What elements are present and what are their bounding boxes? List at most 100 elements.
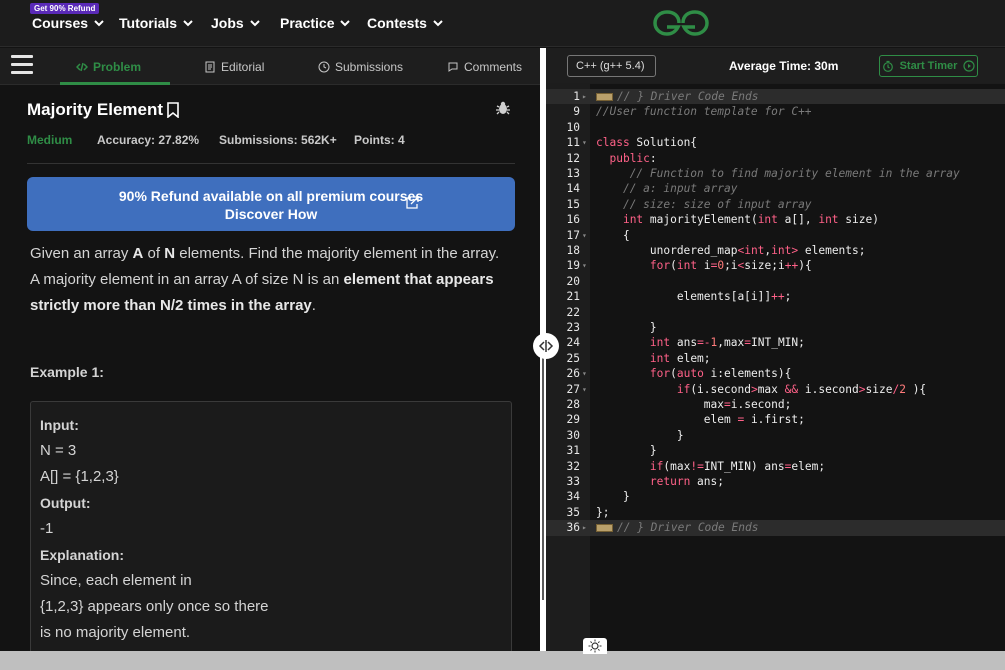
problem-description: Given an array A of N elements. Find the… xyxy=(30,245,500,314)
code-text: elements[a[i]]++; xyxy=(596,290,792,304)
code-line[interactable]: 25 int elem; xyxy=(546,351,1005,366)
gfg-logo-icon[interactable] xyxy=(653,10,709,36)
code-line[interactable]: 29 elem = i.first; xyxy=(546,412,1005,427)
code-line[interactable]: 20 xyxy=(546,274,1005,289)
code-text: elem = i.first; xyxy=(596,413,805,427)
line-number: 31 xyxy=(566,444,580,458)
code-text: if(max!=INT_MIN) ans=elem; xyxy=(649,459,826,473)
line-number: 15 xyxy=(566,197,580,211)
menu-icon[interactable] xyxy=(11,55,33,75)
code-line[interactable]: 26 ▾ for(auto i:elements){ xyxy=(546,366,1005,381)
language-select[interactable]: C++ (g++ 5.4) xyxy=(567,55,656,77)
code-text: } xyxy=(596,490,630,504)
code-line[interactable]: 9 //User function template for C++ xyxy=(546,104,1005,119)
line-number: 26 xyxy=(566,367,580,381)
refund-banner[interactable]: 90% Refund available on all premium cour… xyxy=(27,177,515,231)
start-timer-button[interactable]: Start Timer xyxy=(879,55,978,77)
tab-comments[interactable]: Comments xyxy=(447,60,522,74)
code-text: } xyxy=(596,444,657,458)
line-number: 35 xyxy=(566,505,580,519)
fold-toggle-icon[interactable]: ▾ xyxy=(582,258,587,273)
code-line[interactable]: 31 } xyxy=(546,443,1005,458)
output-label: Output: xyxy=(40,495,91,511)
code-line[interactable]: 36 ▸ // } Driver Code Ends xyxy=(546,520,1005,536)
fold-toggle-icon[interactable]: ▾ xyxy=(582,228,587,243)
code-line[interactable]: 28 max=i.second; xyxy=(546,397,1005,412)
input-label: Input: xyxy=(40,417,79,433)
refund-badge[interactable]: Get 90% Refund xyxy=(30,3,100,14)
output-value: -1 xyxy=(40,520,54,537)
problem-panel: Problem Editorial Submissions Comments M… xyxy=(0,48,540,651)
points-label: Points: 4 xyxy=(354,133,405,147)
top-navbar: Get 90% Refund Courses Tutorials Jobs Pr… xyxy=(0,0,1005,47)
code-line[interactable]: 32 if(max!=INT_MIN) ans=elem; xyxy=(546,459,1005,474)
timer-icon xyxy=(882,60,893,72)
code-line[interactable]: 27 ▾ if(i.second>max && i.second>size/2 )… xyxy=(546,382,1005,397)
accuracy-label: Accuracy: 27.82% xyxy=(97,133,200,147)
line-number: 12 xyxy=(566,151,580,165)
code-text: // } Driver Code Ends xyxy=(596,89,758,104)
code-text: for(auto i:elements){ xyxy=(649,367,792,381)
code-line[interactable]: 1 ▸ // } Driver Code Ends xyxy=(546,89,1005,105)
bug-report-icon[interactable] xyxy=(495,100,511,116)
nav-contests[interactable]: Contests xyxy=(367,15,444,31)
code-text: if(i.second>max && i.second>size/2 ){ xyxy=(676,382,927,396)
code-icon xyxy=(76,62,88,72)
nav-courses[interactable]: Courses xyxy=(32,15,105,31)
line-number: 30 xyxy=(566,428,580,442)
code-text: { xyxy=(596,228,630,242)
code-line[interactable]: 16 int majorityElement(int a[], int size… xyxy=(546,212,1005,227)
nav-jobs[interactable]: Jobs xyxy=(211,15,261,31)
explanation-text-1: Since, each element in xyxy=(40,572,192,589)
tab-editorial[interactable]: Editorial xyxy=(204,60,264,74)
code-line[interactable]: 34 } xyxy=(546,489,1005,504)
scrollbar-thumb[interactable] xyxy=(542,340,544,600)
code-line[interactable]: 10 xyxy=(546,120,1005,135)
nav-tutorials[interactable]: Tutorials xyxy=(119,15,194,31)
code-line[interactable]: 33 return ans; xyxy=(546,474,1005,489)
code-text: } xyxy=(596,428,684,442)
line-number: 20 xyxy=(566,274,580,288)
line-number: 36 xyxy=(566,521,580,535)
code-line[interactable]: 13 // Function to find majority element … xyxy=(546,166,1005,181)
active-tab-indicator xyxy=(60,82,170,85)
resize-arrows-icon xyxy=(538,340,554,352)
external-link-icon xyxy=(406,196,419,209)
bookmark-icon[interactable] xyxy=(166,102,180,118)
chevron-down-icon xyxy=(183,20,193,27)
code-line[interactable]: 17 ▾ { xyxy=(546,228,1005,243)
panel-resize-handle[interactable] xyxy=(533,333,559,359)
code-text: // a: input array xyxy=(622,182,738,196)
code-text: // } Driver Code Ends xyxy=(596,520,758,535)
fold-toggle-icon[interactable]: ▾ xyxy=(582,366,587,381)
code-line[interactable]: 19 ▾ for(int i=0;i<size;i++){ xyxy=(546,258,1005,273)
code-line[interactable]: 30 } xyxy=(546,428,1005,443)
code-line[interactable]: 14 // a: input array xyxy=(546,181,1005,196)
code-line[interactable]: 18 unordered_map<int,int> elements; xyxy=(546,243,1005,258)
chevron-down-icon xyxy=(433,20,443,27)
code-line[interactable]: 22 xyxy=(546,305,1005,320)
chevron-down-icon xyxy=(340,20,351,27)
line-number: 17 xyxy=(566,228,580,242)
fold-toggle-icon[interactable]: ▸ xyxy=(582,520,587,535)
code-line[interactable]: 23 } xyxy=(546,320,1005,335)
code-text: max=i.second; xyxy=(596,398,792,411)
nav-practice[interactable]: Practice xyxy=(280,15,351,31)
fold-toggle-icon[interactable]: ▾ xyxy=(582,135,587,150)
line-number: 28 xyxy=(566,398,580,411)
code-line[interactable]: 11 ▾ class Solution{ xyxy=(546,135,1005,150)
code-text: unordered_map<int,int> elements; xyxy=(596,244,866,257)
fold-toggle-icon[interactable]: ▾ xyxy=(582,382,587,397)
code-line[interactable]: 15 // size: size of input array xyxy=(546,197,1005,212)
code-text: int elem; xyxy=(649,351,711,365)
code-line[interactable]: 12 public: xyxy=(546,151,1005,166)
fold-toggle-icon[interactable]: ▸ xyxy=(582,89,587,104)
code-text: int majorityElement(int a[], int size) xyxy=(622,213,879,227)
line-number: 13 xyxy=(566,167,580,180)
tab-problem[interactable]: Problem xyxy=(76,60,141,74)
code-line[interactable]: 35}; xyxy=(546,505,1005,520)
tab-submissions[interactable]: Submissions xyxy=(318,60,403,74)
code-line[interactable]: 21 elements[a[i]]++; xyxy=(546,289,1005,304)
theme-toggle[interactable] xyxy=(583,638,607,654)
code-line[interactable]: 24 int ans=-1,max=INT_MIN; xyxy=(546,335,1005,350)
